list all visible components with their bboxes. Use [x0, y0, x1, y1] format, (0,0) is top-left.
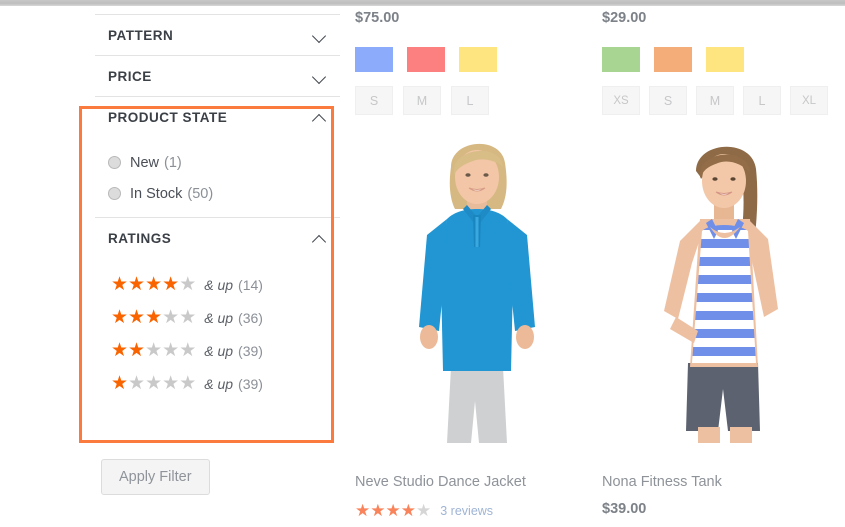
- color-swatch-list: [355, 47, 595, 72]
- star-icon: ★: [111, 274, 129, 295]
- rating-stars: ★ ★ ★ ★ ★: [111, 374, 196, 393]
- star-icon: ★: [145, 307, 163, 328]
- color-swatch[interactable]: [602, 47, 640, 72]
- and-up-label: & up: [204, 342, 234, 359]
- rating-stars: ★ ★ ★ ★ ★: [111, 275, 196, 294]
- filter-section-product-state[interactable]: PRODUCT STATE: [95, 97, 340, 137]
- star-icon: ★: [179, 373, 197, 394]
- product-card-nona-fitness-tank[interactable]: $29.00 XS S M L XL Nona Fitness Tank $39…: [602, 10, 842, 517]
- radio-icon[interactable]: [108, 187, 121, 200]
- and-up-label: & up: [204, 375, 234, 392]
- size-option[interactable]: XL: [790, 86, 828, 115]
- product-image-neve-studio-dance-jacket[interactable]: [355, 131, 595, 443]
- star-icon: ★: [111, 307, 129, 328]
- color-swatch-list: [602, 47, 842, 72]
- product-state-option-new[interactable]: New (1): [108, 147, 340, 178]
- filter-section-title: PRODUCT STATE: [108, 109, 228, 125]
- star-icon: ★: [179, 307, 197, 328]
- color-swatch[interactable]: [654, 47, 692, 72]
- page-root: PATTERN PRICE PRODUCT STATE New (1) In S…: [0, 0, 845, 527]
- rating-filter-row[interactable]: ★ ★ ★ ★ ★ & up (39): [111, 334, 340, 367]
- size-option[interactable]: L: [743, 86, 781, 115]
- product-state-option-in-stock[interactable]: In Stock (50): [108, 178, 340, 209]
- color-swatch[interactable]: [459, 47, 497, 72]
- filter-section-pattern[interactable]: PATTERN: [95, 15, 340, 55]
- product-price-top: $75.00: [355, 10, 400, 26]
- star-icon: ★: [162, 340, 180, 361]
- star-icon: ★: [111, 373, 129, 394]
- rating-count: (39): [238, 375, 263, 392]
- chevron-down-icon[interactable]: [312, 68, 328, 84]
- color-swatch[interactable]: [407, 47, 445, 72]
- rating-filter-row[interactable]: ★ ★ ★ ★ ★ & up (14): [111, 268, 340, 301]
- star-icon: ★: [128, 373, 146, 394]
- rating-filter-row[interactable]: ★ ★ ★ ★ ★ & up (36): [111, 301, 340, 334]
- star-icon: ★: [400, 501, 416, 520]
- chevron-up-icon[interactable]: [312, 230, 328, 246]
- rating-count: (36): [238, 309, 263, 326]
- size-option[interactable]: M: [403, 86, 441, 115]
- option-count: (1): [164, 154, 182, 171]
- option-label: New: [130, 154, 160, 171]
- product-card-neve-studio-dance-jacket[interactable]: $75.00 SML Neve Studio Dance Jacket ★ ★ …: [355, 10, 595, 519]
- size-option[interactable]: S: [649, 86, 687, 115]
- size-option-list: SML: [355, 86, 595, 115]
- star-icon: ★: [128, 274, 146, 295]
- product-title[interactable]: Neve Studio Dance Jacket: [355, 474, 526, 490]
- filter-section-title: RATINGS: [108, 230, 172, 246]
- product-state-options: New (1) In Stock (50): [95, 137, 340, 217]
- star-icon: ★: [128, 307, 146, 328]
- rating-stars: ★ ★ ★ ★ ★: [111, 341, 196, 360]
- filter-section-ratings[interactable]: RATINGS: [95, 218, 340, 258]
- star-icon: ★: [179, 274, 197, 295]
- star-icon: ★: [162, 274, 180, 295]
- filter-sidebar: PATTERN PRICE PRODUCT STATE New (1) In S…: [95, 14, 340, 414]
- star-icon: ★: [145, 340, 163, 361]
- star-icon: ★: [370, 501, 386, 520]
- size-option[interactable]: L: [451, 86, 489, 115]
- model-illustration-jacket: [419, 143, 535, 443]
- apply-filter-button[interactable]: Apply Filter: [101, 459, 210, 495]
- star-icon: ★: [385, 501, 401, 520]
- product-image-nona-fitness-tank[interactable]: [602, 131, 842, 443]
- rating-count: (14): [238, 276, 263, 293]
- rating-stars: ★ ★ ★ ★ ★: [355, 502, 431, 519]
- product-price-top: $29.00: [602, 10, 647, 26]
- size-option[interactable]: XS: [602, 86, 640, 115]
- rating-filter-row[interactable]: ★ ★ ★ ★ ★ & up (39): [111, 367, 340, 400]
- and-up-label: & up: [204, 309, 234, 326]
- color-swatch[interactable]: [706, 47, 744, 72]
- chevron-down-icon[interactable]: [312, 27, 328, 43]
- star-icon: ★: [162, 373, 180, 394]
- star-icon: ★: [179, 340, 197, 361]
- size-option-list: XS S M L XL: [602, 86, 842, 115]
- size-option[interactable]: M: [696, 86, 734, 115]
- star-icon: ★: [145, 373, 163, 394]
- model-illustration-tank: [664, 146, 778, 443]
- top-header-bar: [0, 0, 845, 6]
- rating-count: (39): [238, 342, 263, 359]
- and-up-label: & up: [204, 276, 234, 293]
- filter-section-price[interactable]: PRICE: [95, 56, 340, 96]
- filter-section-title: PATTERN: [108, 27, 174, 43]
- filter-section-title: PRICE: [108, 68, 152, 84]
- option-count: (50): [187, 185, 214, 202]
- star-icon: ★: [128, 340, 146, 361]
- color-swatch[interactable]: [355, 47, 393, 72]
- radio-icon[interactable]: [108, 156, 121, 169]
- star-icon: ★: [162, 307, 180, 328]
- ratings-options: ★ ★ ★ ★ ★ & up (14) ★ ★ ★ ★ ★ & up (36) ★ ★ ★ ★ ★ & up (39) ★…: [95, 258, 340, 414]
- chevron-up-icon[interactable]: [312, 109, 328, 125]
- product-price-bottom: $39.00: [602, 501, 647, 517]
- option-label: In Stock: [130, 185, 183, 202]
- size-option[interactable]: S: [355, 86, 393, 115]
- star-icon: ★: [145, 274, 163, 295]
- product-title[interactable]: Nona Fitness Tank: [602, 474, 722, 490]
- star-icon: ★: [416, 501, 432, 520]
- rating-stars: ★ ★ ★ ★ ★: [111, 308, 196, 327]
- star-icon: ★: [355, 501, 371, 520]
- star-icon: ★: [111, 340, 129, 361]
- product-rating[interactable]: ★ ★ ★ ★ ★ 3 reviews: [355, 502, 493, 519]
- product-reviews-link[interactable]: 3 reviews: [440, 504, 493, 518]
